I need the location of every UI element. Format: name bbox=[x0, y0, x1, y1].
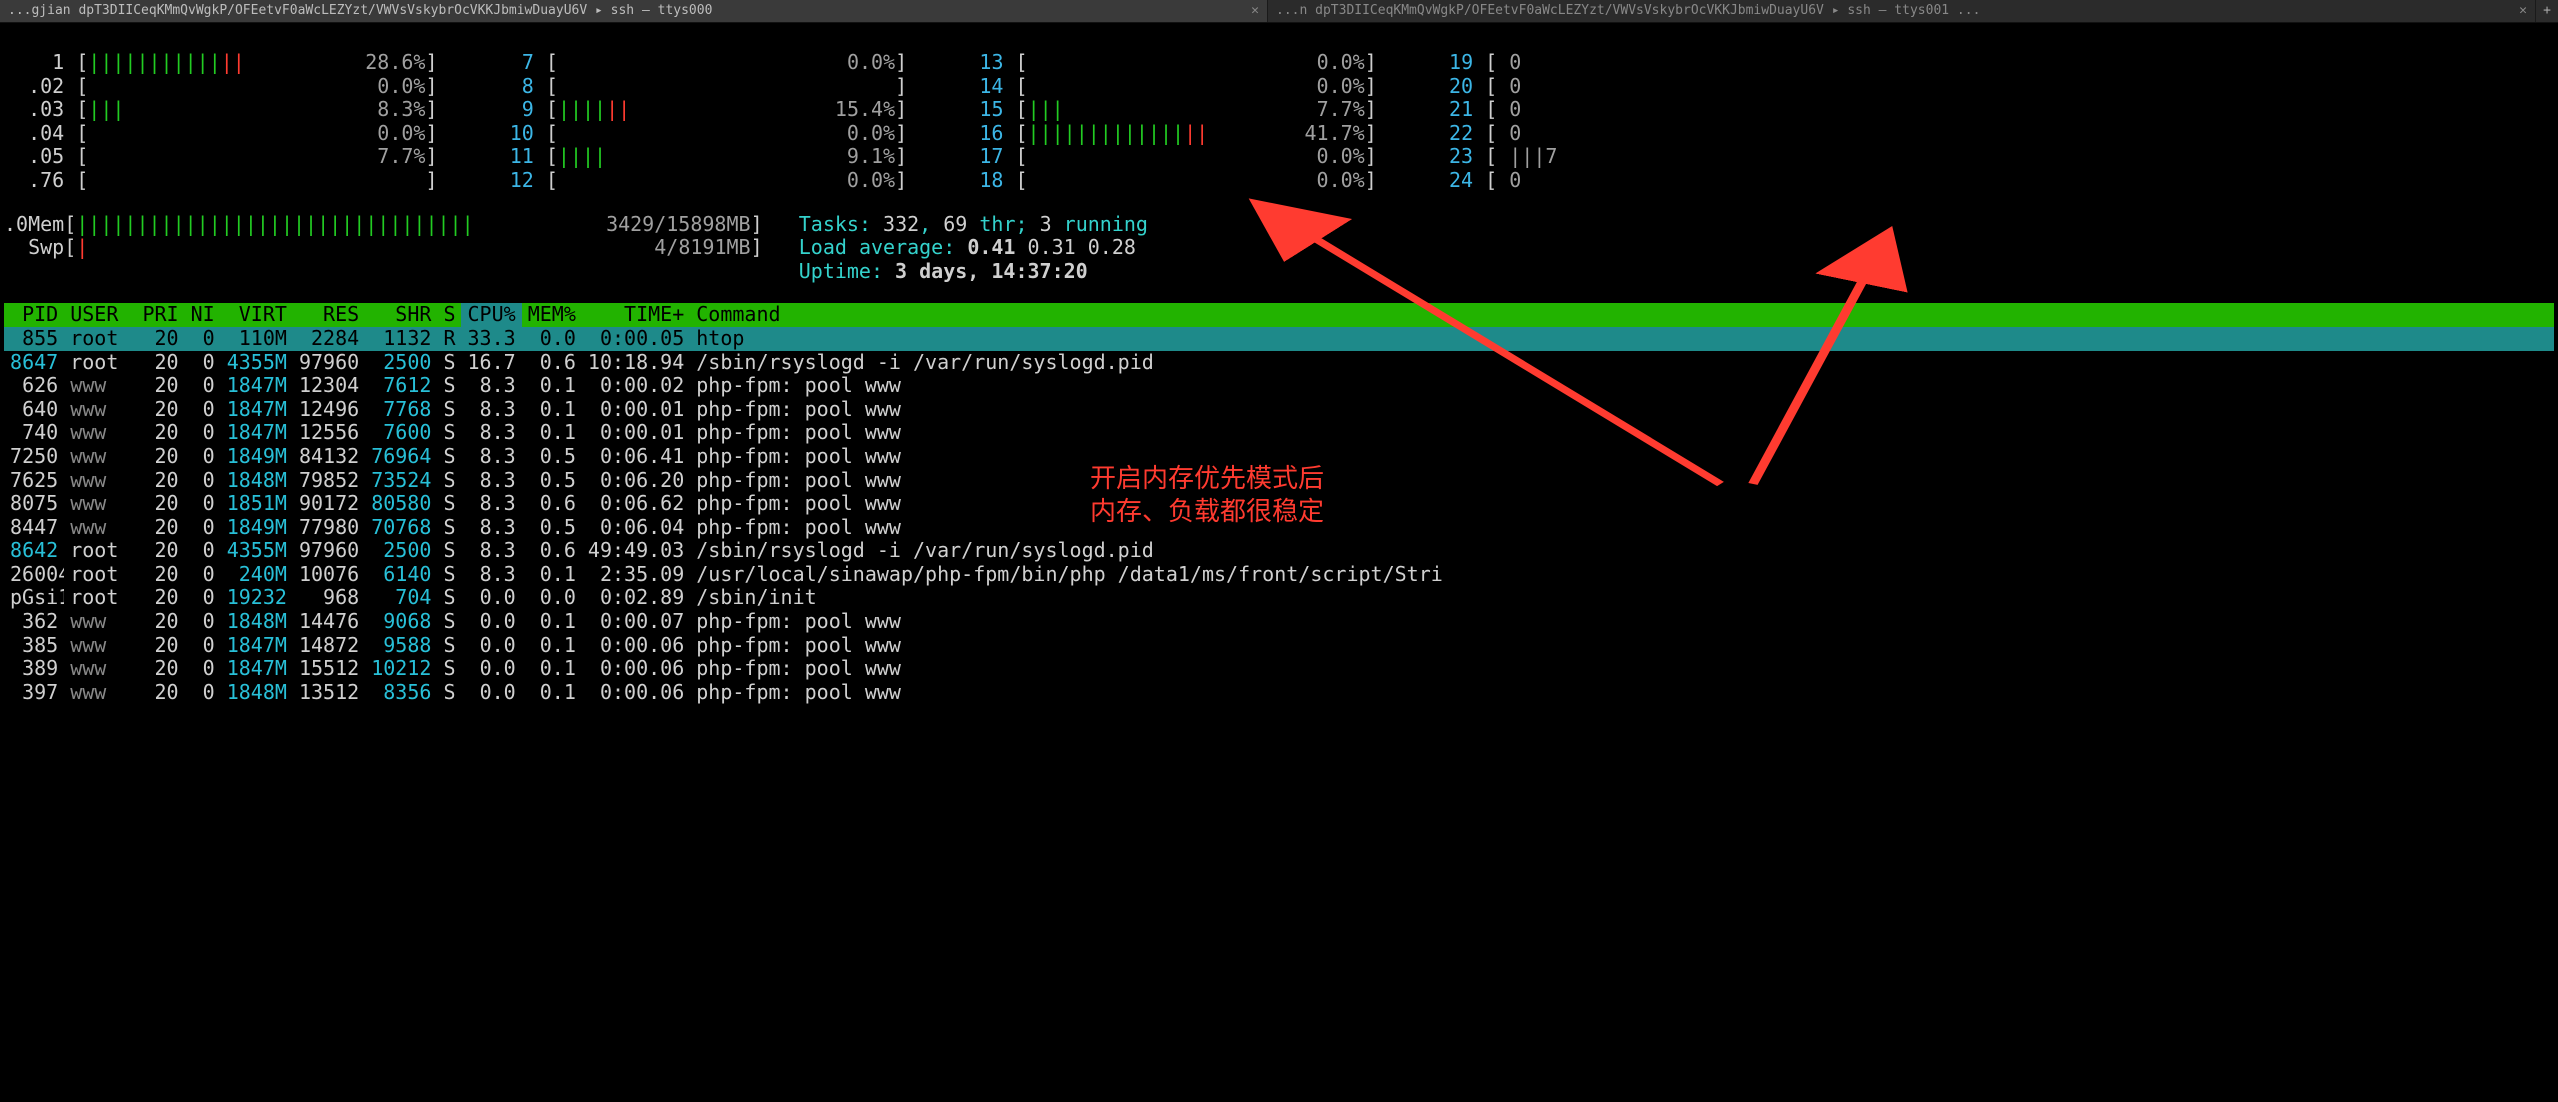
table-row[interactable]: 640www2001847M124967768S8.30.10:00.01php… bbox=[4, 398, 2554, 422]
col-cmd[interactable]: Command bbox=[690, 303, 2554, 327]
terminal-htop: 1 [||||||||||||| 28.6%] 7 [ 0.0%] 13 [ 0… bbox=[0, 23, 2558, 704]
table-row[interactable]: 8075www2001851M9017280580S8.30.60:06.62p… bbox=[4, 492, 2554, 516]
new-tab-button[interactable]: + bbox=[2536, 0, 2558, 22]
table-row[interactable]: 8447www2001849M7798070768S8.30.50:06.04p… bbox=[4, 516, 2554, 540]
col-mem[interactable]: MEM% bbox=[522, 303, 582, 327]
table-row[interactable]: 8642root2004355M979602500S8.30.649:49.03… bbox=[4, 539, 2554, 563]
tab-title: ...n dpT3DIICeqKMmQvWgkP/OFEetvF0aWcLEZY… bbox=[1276, 3, 1980, 18]
table-row[interactable]: 740www2001847M125567600S8.30.10:00.01php… bbox=[4, 421, 2554, 445]
col-pri[interactable]: PRI bbox=[136, 303, 184, 327]
col-pid[interactable]: PID bbox=[4, 303, 64, 327]
col-ni[interactable]: NI bbox=[185, 303, 221, 327]
col-virt[interactable]: VIRT bbox=[221, 303, 293, 327]
system-meters: .0Mem[||||||||||||||||||||||||||||||||| … bbox=[4, 213, 2554, 284]
table-row[interactable]: 7250www2001849M8413276964S8.30.50:06.41p… bbox=[4, 445, 2554, 469]
close-icon[interactable]: ✕ bbox=[1243, 3, 1259, 18]
plus-icon: + bbox=[2543, 3, 2551, 18]
close-icon[interactable]: ✕ bbox=[2511, 3, 2527, 18]
table-row[interactable]: 8647root2004355M979602500S16.70.610:18.9… bbox=[4, 351, 2554, 375]
col-time[interactable]: TIME+ bbox=[582, 303, 690, 327]
col-user[interactable]: USER bbox=[64, 303, 136, 327]
table-header: PID USER PRI NI VIRT RES SHR S CPU% MEM%… bbox=[4, 303, 2554, 327]
table-row[interactable]: pGsi1root20019232968704S0.00.00:02.89/sb… bbox=[4, 586, 2554, 610]
table-row[interactable]: 855root200110M22841132R33.30.00:00.05hto… bbox=[4, 327, 2554, 351]
cpu-meters: 1 [||||||||||||| 28.6%] 7 [ 0.0%] 13 [ 0… bbox=[4, 51, 2554, 193]
table-row[interactable]: 397www2001848M135128356S0.00.10:00.06php… bbox=[4, 681, 2554, 705]
tab-bar: ...gjian dpT3DIICeqKMmQvWgkP/OFEetvF0aWc… bbox=[0, 0, 2558, 23]
col-s[interactable]: S bbox=[437, 303, 461, 327]
table-row[interactable]: 7625www2001848M7985273524S8.30.50:06.20p… bbox=[4, 469, 2554, 493]
tab-ssh-ttys000[interactable]: ...gjian dpT3DIICeqKMmQvWgkP/OFEetvF0aWc… bbox=[0, 0, 1268, 22]
col-cpu[interactable]: CPU% bbox=[461, 303, 521, 327]
tab-ssh-ttys001[interactable]: ...n dpT3DIICeqKMmQvWgkP/OFEetvF0aWcLEZY… bbox=[1268, 0, 2536, 22]
table-row[interactable]: 389www2001847M1551210212S0.00.10:00.06ph… bbox=[4, 657, 2554, 681]
table-row[interactable]: 362www2001848M144769068S0.00.10:00.07php… bbox=[4, 610, 2554, 634]
col-shr[interactable]: SHR bbox=[365, 303, 437, 327]
tab-title: ...gjian dpT3DIICeqKMmQvWgkP/OFEetvF0aWc… bbox=[8, 3, 712, 18]
col-res[interactable]: RES bbox=[293, 303, 365, 327]
table-row[interactable]: 385www2001847M148729588S0.00.10:00.06php… bbox=[4, 634, 2554, 658]
table-row[interactable]: 26004root200240M100766140S8.30.12:35.09/… bbox=[4, 563, 2554, 587]
process-table[interactable]: PID USER PRI NI VIRT RES SHR S CPU% MEM%… bbox=[4, 303, 2554, 704]
table-row[interactable]: 626www2001847M123047612S8.30.10:00.02php… bbox=[4, 374, 2554, 398]
